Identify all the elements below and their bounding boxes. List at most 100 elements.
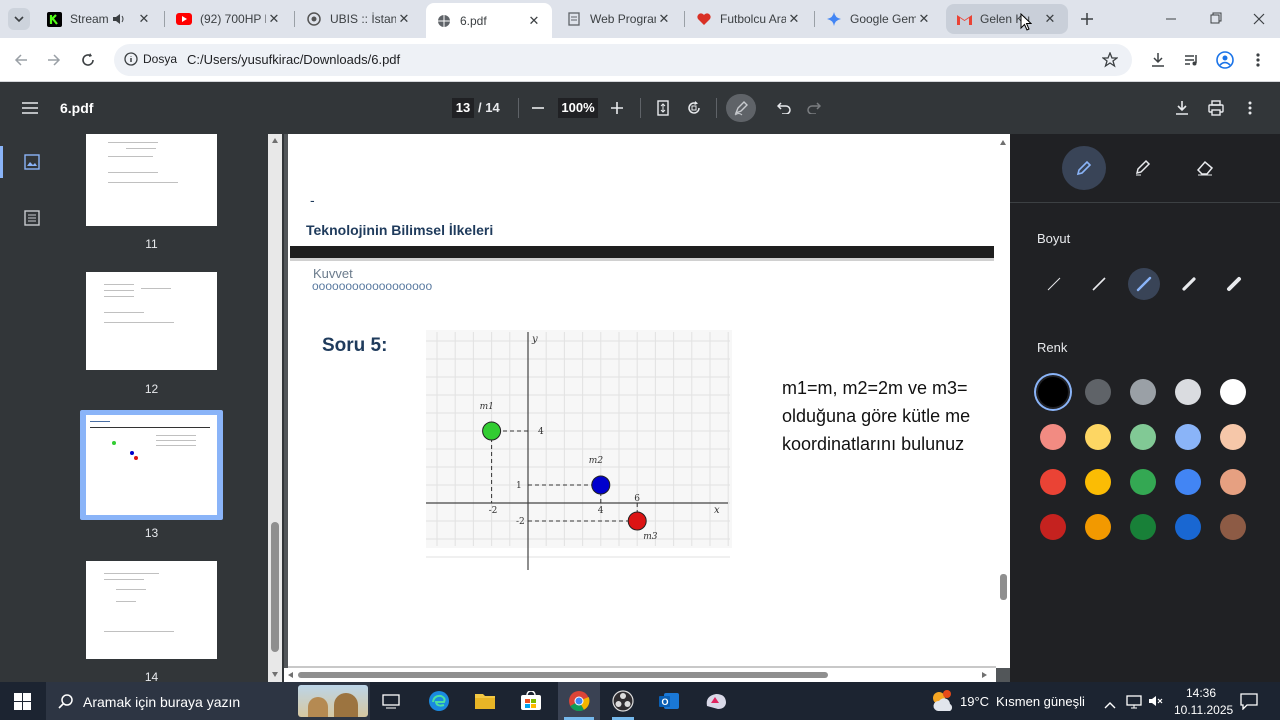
file-explorer-icon[interactable]: [474, 691, 496, 716]
tab-gmail[interactable]: Gelen Ku ✕: [946, 4, 1068, 34]
close-icon[interactable]: ✕: [396, 11, 412, 27]
close-icon[interactable]: ✕: [786, 11, 802, 27]
color-swatch[interactable]: [1085, 379, 1111, 405]
color-swatch[interactable]: [1175, 424, 1201, 450]
page-number-input[interactable]: 13: [452, 98, 474, 118]
forward-button[interactable]: [41, 47, 67, 73]
doc-vertical-scroll-thumb[interactable]: [1000, 574, 1007, 600]
close-icon[interactable]: ✕: [136, 11, 152, 27]
bookmark-star-icon[interactable]: [1101, 51, 1119, 73]
clock-time[interactable]: 14:36: [1186, 686, 1216, 700]
media-control-icon[interactable]: [1178, 47, 1204, 73]
network-icon[interactable]: [1126, 693, 1142, 714]
size-option-5[interactable]: [1226, 276, 1242, 297]
volume-muted-icon[interactable]: [1148, 694, 1164, 713]
speaker-icon[interactable]: [112, 13, 126, 25]
color-swatch[interactable]: [1130, 514, 1156, 540]
size-option-2[interactable]: [1091, 276, 1107, 297]
thumbnails-view-icon[interactable]: [24, 154, 40, 175]
close-icon[interactable]: ✕: [916, 11, 932, 27]
page-thumbnail-13[interactable]: [86, 415, 217, 515]
close-icon[interactable]: ✕: [1042, 11, 1058, 27]
chrome-taskbar-button[interactable]: [558, 682, 600, 720]
color-swatch[interactable]: [1175, 379, 1201, 405]
doc-vertical-scrollbar[interactable]: [996, 134, 1010, 668]
color-swatch[interactable]: [1085, 514, 1111, 540]
vpn-app-icon[interactable]: [704, 691, 728, 716]
sidebar-scrollbar[interactable]: [268, 134, 282, 682]
weather-icon[interactable]: [930, 689, 954, 718]
close-window-button[interactable]: [1250, 11, 1268, 27]
color-swatch[interactable]: [1175, 514, 1201, 540]
new-tab-button[interactable]: [1078, 10, 1096, 28]
size-option-4[interactable]: [1181, 276, 1197, 297]
sidebar-menu-icon[interactable]: [18, 96, 42, 120]
annotate-button[interactable]: [726, 94, 756, 122]
task-view-icon[interactable]: [382, 693, 400, 714]
color-swatch[interactable]: [1085, 424, 1111, 450]
color-swatch[interactable]: [1130, 469, 1156, 495]
address-bar[interactable]: Dosya C:/Users/yusufkirac/Downloads/6.pd…: [114, 44, 1132, 76]
tab-6-pdf[interactable]: 6.pdf ✕: [426, 3, 552, 38]
tab-stream[interactable]: Stream ✕: [36, 4, 162, 34]
zoom-out-button[interactable]: [526, 96, 550, 120]
download-icon[interactable]: [1170, 96, 1194, 120]
sidebar-scroll-thumb[interactable]: [271, 522, 279, 652]
color-swatch[interactable]: [1175, 469, 1201, 495]
pdf-viewer[interactable]: - Teknolojinin Bilimsel İlkeleri Kuvvet …: [284, 134, 1010, 682]
restore-button[interactable]: [1206, 11, 1224, 27]
color-swatch[interactable]: [1220, 379, 1246, 405]
color-swatch[interactable]: [1038, 377, 1068, 407]
fit-page-icon[interactable]: [651, 96, 675, 120]
close-icon[interactable]: ✕: [526, 13, 542, 29]
download-icon[interactable]: [1145, 47, 1171, 73]
tab-search-button[interactable]: [8, 8, 30, 30]
tray-overflow-icon[interactable]: [1104, 696, 1116, 714]
close-icon[interactable]: ✕: [266, 11, 282, 27]
edge-icon[interactable]: [428, 690, 450, 717]
tab-ubis[interactable]: UBIS :: İstanb ✕: [296, 4, 422, 34]
eraser-tool-button[interactable]: [1196, 158, 1214, 181]
color-swatch[interactable]: [1220, 424, 1246, 450]
tab-gemini[interactable]: Google Gemi ✕: [816, 4, 942, 34]
store-icon[interactable]: [520, 690, 542, 716]
color-swatch[interactable]: [1040, 514, 1066, 540]
color-swatch[interactable]: [1040, 424, 1066, 450]
zoom-input[interactable]: 100%: [558, 98, 598, 118]
size-option-1[interactable]: [1046, 276, 1062, 297]
zoom-in-button[interactable]: [605, 96, 629, 120]
outlook-icon[interactable]: O: [658, 691, 680, 716]
color-swatch[interactable]: [1220, 514, 1246, 540]
page-thumbnail-12[interactable]: [86, 272, 217, 370]
clock-date[interactable]: 10.11.2025: [1174, 703, 1233, 717]
close-icon[interactable]: ✕: [656, 11, 672, 27]
pen-tool-button[interactable]: [1062, 146, 1106, 190]
page-thumbnail-11[interactable]: [86, 134, 217, 226]
reload-button[interactable]: [75, 47, 101, 73]
start-button[interactable]: [14, 693, 31, 715]
tab-youtube[interactable]: (92) 700HP B ✕: [166, 4, 292, 34]
site-info-chip[interactable]: Dosya: [124, 52, 177, 66]
outline-view-icon[interactable]: [24, 210, 40, 231]
obs-icon[interactable]: [612, 690, 634, 720]
color-swatch[interactable]: [1040, 469, 1066, 495]
tab-web-program[interactable]: Web Program ✕: [556, 4, 682, 34]
more-options-icon[interactable]: [1238, 96, 1262, 120]
back-button[interactable]: [8, 47, 34, 73]
url-text[interactable]: C:/Users/yusufkirac/Downloads/6.pdf: [187, 52, 400, 67]
color-swatch[interactable]: [1220, 469, 1246, 495]
doc-horizontal-scrollbar[interactable]: [284, 668, 996, 682]
tab-futbolcu[interactable]: Futbolcu Ara ✕: [686, 4, 812, 34]
undo-icon[interactable]: [772, 96, 796, 120]
print-icon[interactable]: [1204, 96, 1228, 120]
highlighter-tool-button[interactable]: [1134, 158, 1152, 181]
doc-horizontal-scroll-thumb[interactable]: [298, 672, 828, 678]
profile-icon[interactable]: [1212, 47, 1238, 73]
minimize-button[interactable]: [1162, 11, 1180, 27]
size-option-3[interactable]: [1128, 268, 1160, 300]
color-swatch[interactable]: [1130, 379, 1156, 405]
page-thumbnail-14[interactable]: [86, 561, 217, 659]
taskbar-search[interactable]: Aramak için buraya yazın: [46, 682, 370, 720]
notifications-icon[interactable]: [1240, 692, 1258, 715]
redo-icon[interactable]: [802, 96, 826, 120]
